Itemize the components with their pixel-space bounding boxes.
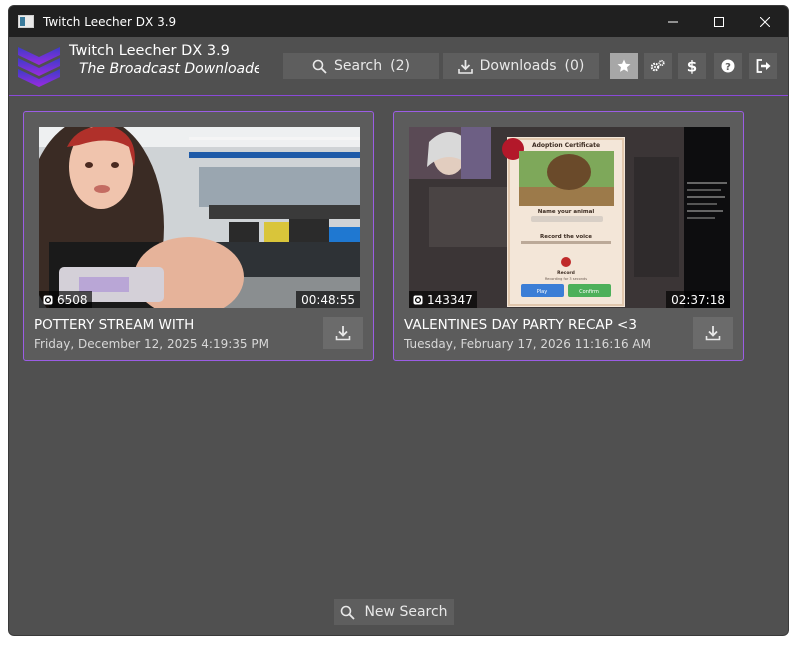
downloads-nav-button[interactable]: Downloads (0) — [443, 53, 599, 79]
views-icon — [413, 295, 423, 304]
minimize-icon — [668, 21, 678, 22]
new-search-label: New Search — [364, 604, 448, 620]
minimize-button[interactable] — [650, 6, 696, 37]
app-header: Twitch Leecher DX 3.9 The Broadcast Down… — [9, 37, 788, 96]
video-card[interactable]: 6508 00:48:55 POTTERY STREAM WITH Friday… — [23, 111, 374, 361]
views-icon — [43, 295, 53, 304]
dollar-icon: $ — [687, 58, 697, 74]
confirm-button-label: Confirm — [579, 289, 599, 295]
play-button-label: Play — [537, 289, 547, 295]
search-icon — [312, 59, 327, 74]
download-icon — [705, 326, 721, 341]
chevron-logo-icon — [18, 47, 60, 87]
certificate-title: Adoption Certificate — [532, 142, 600, 149]
close-button[interactable] — [742, 6, 788, 37]
view-count: 143347 — [427, 292, 473, 307]
video-date: Friday, December 12, 2025 4:19:35 PM — [34, 337, 269, 351]
download-video-button[interactable] — [323, 317, 363, 349]
star-icon — [617, 59, 631, 72]
new-search-button[interactable]: New Search — [334, 599, 454, 625]
svg-text:$: $ — [687, 58, 697, 74]
logout-button[interactable] — [749, 53, 777, 79]
close-icon — [760, 16, 770, 27]
app-window: Twitch Leecher DX 3.9 Twitch Leecher DX … — [8, 5, 789, 636]
help-button[interactable]: ? — [714, 53, 742, 79]
video-title: POTTERY STREAM WITH — [34, 317, 195, 333]
thumbnail-image: Adoption Certificate Name your animal Re… — [409, 127, 730, 308]
search-count: (2) — [390, 58, 410, 74]
duration-badge: 02:37:18 — [666, 291, 730, 308]
record-label: Record the voice — [540, 234, 592, 240]
video-thumbnail[interactable]: Adoption Certificate Name your animal Re… — [409, 127, 730, 308]
name-label: Name your animal — [538, 209, 595, 215]
video-thumbnail[interactable]: 6508 00:48:55 — [39, 127, 360, 308]
app-subtitle: The Broadcast Downloader — [79, 61, 259, 77]
download-icon — [335, 326, 351, 341]
view-count-badge: 6508 — [39, 291, 92, 308]
view-count-badge: 143347 — [409, 291, 477, 308]
app-name: Twitch Leecher DX 3.9 — [69, 43, 230, 59]
logout-icon — [756, 59, 770, 73]
search-icon — [341, 605, 356, 620]
video-card[interactable]: Adoption Certificate Name your animal Re… — [393, 111, 744, 361]
downloads-nav-label: Downloads — [479, 58, 557, 74]
gears-icon — [650, 59, 665, 72]
maximize-icon — [714, 16, 724, 27]
duration-badge: 00:48:55 — [296, 291, 360, 308]
search-nav-label: Search — [334, 58, 383, 74]
app-window-icon — [18, 15, 34, 28]
maximize-button[interactable] — [696, 6, 742, 37]
search-nav-button[interactable]: Search (2) — [283, 53, 439, 79]
download-video-button[interactable] — [693, 317, 733, 349]
record-button-label: Record — [557, 270, 575, 276]
donate-button[interactable]: $ — [678, 53, 706, 79]
thumbnail-image — [39, 127, 360, 308]
download-icon — [457, 59, 473, 74]
video-title: VALENTINES DAY PARTY RECAP <3 — [404, 317, 637, 333]
help-icon: ? — [721, 59, 735, 73]
downloads-count: (0) — [564, 58, 585, 74]
favorites-button[interactable] — [610, 53, 638, 79]
record-sub-label: Recording for 3 seconds — [545, 277, 587, 281]
title-bar[interactable]: Twitch Leecher DX 3.9 — [9, 6, 788, 37]
window-title: Twitch Leecher DX 3.9 — [43, 14, 177, 29]
settings-button[interactable] — [644, 53, 672, 79]
svg-text:?: ? — [725, 62, 731, 73]
view-count: 6508 — [57, 292, 88, 307]
video-date: Tuesday, February 17, 2026 11:16:16 AM — [404, 337, 651, 351]
